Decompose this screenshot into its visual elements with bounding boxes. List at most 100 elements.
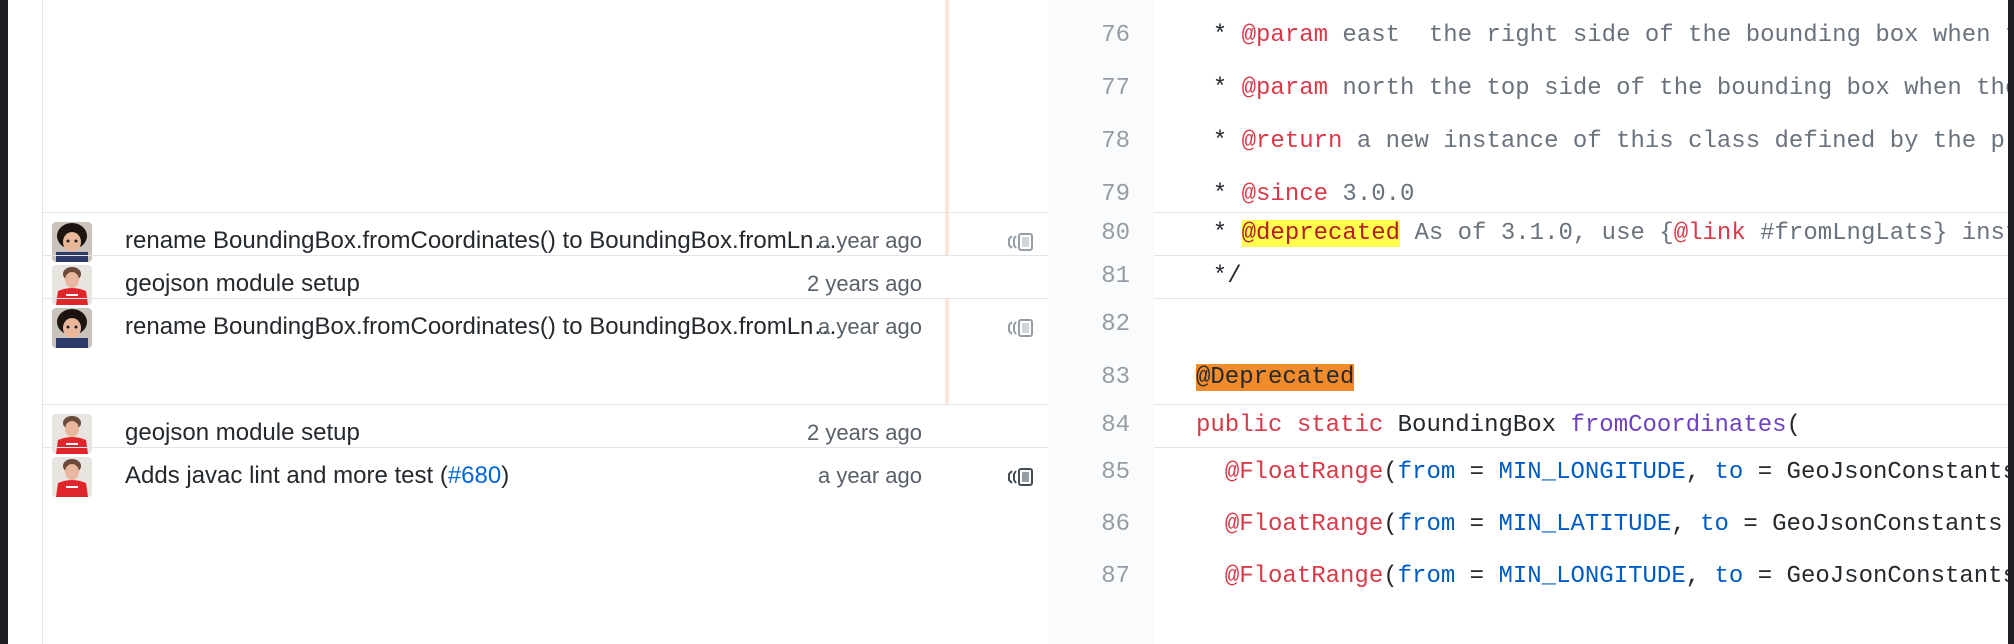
code-line: 76 * @param east the right side of the b… xyxy=(948,9,2008,62)
line-content: * @param east the right side of the boun… xyxy=(1184,9,2009,62)
code-line: 80 * @deprecated As of 3.1.0, use {@link… xyxy=(948,212,2008,255)
code-token: * xyxy=(1184,22,1242,49)
code-token: * xyxy=(1184,181,1242,208)
commit-age: 2 years ago xyxy=(807,420,922,445)
line-number[interactable]: 80 xyxy=(1049,212,1130,255)
code-line: 77 * @param north the top side of the bo… xyxy=(948,62,2008,115)
code-token: * xyxy=(1184,128,1242,155)
commit-message-text[interactable]: ) xyxy=(501,462,509,489)
code-token: @param xyxy=(1241,22,1329,49)
code-token: east the right side of the bounding box … xyxy=(1328,22,2009,49)
line-content: @FloatRange(from = MIN_LONGITUDE, to = G… xyxy=(1196,551,2008,603)
search-highlight: @deprecated xyxy=(1241,220,1401,247)
commit-message-text[interactable]: Adds javac lint and more test ( xyxy=(125,462,448,489)
commit-message[interactable]: rename BoundingBox.fromCoordinates() to … xyxy=(125,225,845,257)
line-number[interactable]: 86 xyxy=(1049,499,1130,551)
code-token: #fromLngLats} instea xyxy=(1760,220,2008,247)
code-token: = xyxy=(1455,459,1499,486)
code-token: = GeoJsonConstants xyxy=(1743,459,2009,486)
commit-message[interactable]: geojson module setup xyxy=(125,268,845,300)
code-line: 85 @FloatRange(from = MIN_LONGITUDE, to … xyxy=(948,447,2008,499)
commit-age: a year ago xyxy=(818,463,922,488)
line-content: * @return a new instance of this class d… xyxy=(1184,115,2009,168)
line-content: @FloatRange(from = MIN_LONGITUDE, to = G… xyxy=(1196,447,2009,499)
code-token: MIN_LONGITUDE xyxy=(1498,459,1686,486)
code-token: , xyxy=(1685,563,1715,590)
line-content: */ xyxy=(1184,255,1242,298)
window-edge-left xyxy=(0,0,8,644)
line-number[interactable]: 85 xyxy=(1049,447,1130,499)
hunk-meta: Adds javac lint and more test (#680) a y… xyxy=(43,448,1033,644)
search-highlight-current: @Deprecated xyxy=(1196,364,1355,391)
commit-age: a year ago xyxy=(818,314,922,339)
code-token: = xyxy=(1455,511,1499,538)
line-number[interactable]: 87 xyxy=(1049,551,1130,603)
line-number[interactable]: 83 xyxy=(1049,351,1130,404)
line-content: public static BoundingBox fromCoordinate… xyxy=(1196,404,1801,447)
hunk-meta: geojson module setup 2 years ago xyxy=(43,256,948,305)
commit-age: a year ago xyxy=(818,228,922,253)
code-token: */ xyxy=(1184,263,1242,290)
code-token: static xyxy=(1296,412,1384,439)
commit-age: 2 years ago xyxy=(807,271,922,296)
code-token: , xyxy=(1671,511,1701,538)
code-token: to xyxy=(1714,459,1744,486)
line-number[interactable]: 77 xyxy=(1049,62,1130,115)
code-line: 82 xyxy=(948,298,2008,351)
code-line: 83 @Deprecated xyxy=(948,351,2008,404)
code-token: from xyxy=(1397,511,1456,538)
code-token: ( xyxy=(1383,459,1398,486)
code-token: @FloatRange xyxy=(1224,459,1384,486)
avatar-dark-hair[interactable] xyxy=(52,308,92,348)
line-content: * @deprecated As of 3.1.0, use {@link #f… xyxy=(1184,212,2008,255)
code-token: a new instance of this class defined by … xyxy=(1342,128,2009,155)
pull-request-link[interactable]: #680 xyxy=(448,462,501,489)
code-token: north the top side of the bounding box w… xyxy=(1328,75,2009,102)
line-number[interactable]: 81 xyxy=(1049,255,1130,298)
code-token: * xyxy=(1184,220,1242,247)
code-token: from xyxy=(1397,563,1456,590)
line-number[interactable]: 84 xyxy=(1049,404,1130,447)
line-content: * @param north the top side of the bound… xyxy=(1184,62,2009,115)
code-token: @FloatRange xyxy=(1224,511,1384,538)
code-token: * xyxy=(1184,75,1242,102)
window-edge-right xyxy=(2008,0,2014,644)
code-token: As of 3.1.0, use { xyxy=(1400,220,1674,247)
blame-view: rename BoundingBox.fromCoordinates() to … xyxy=(42,0,2009,644)
commit-message[interactable]: Adds javac lint and more test (#680) xyxy=(125,460,845,492)
code-token: @since xyxy=(1241,181,1329,208)
line-content: @Deprecated xyxy=(1196,351,1355,404)
code-token: ( xyxy=(1383,563,1398,590)
code-token: to xyxy=(1700,511,1729,538)
commit-message[interactable]: rename BoundingBox.fromCoordinates() to … xyxy=(125,311,845,343)
code-token: @FloatRange xyxy=(1224,563,1384,590)
code-line: 84 public static BoundingBox fromCoordin… xyxy=(948,404,2008,447)
code-line: 87 @FloatRange(from = MIN_LONGITUDE, to … xyxy=(948,551,2008,603)
hunk-meta: rename BoundingBox.fromCoordinates() to … xyxy=(43,299,1033,405)
code-token: @link xyxy=(1673,220,1746,247)
code-token: @param xyxy=(1241,75,1329,102)
code-token: ( xyxy=(1383,511,1398,538)
hunk-meta: rename BoundingBox.fromCoordinates() to … xyxy=(43,213,1033,262)
line-number[interactable]: 78 xyxy=(1049,115,1130,168)
commit-message[interactable]: geojson module setup xyxy=(125,417,845,449)
code-area: 76 * @param east the right side of the b… xyxy=(948,0,2008,644)
line-content: @FloatRange(from = MIN_LATITUDE, to = Ge… xyxy=(1196,499,2008,551)
code-token: = xyxy=(1455,563,1499,590)
line-number[interactable]: 76 xyxy=(1049,9,1130,62)
hunk-meta: geojson module setup 2 years ago xyxy=(43,405,948,454)
code-token: ( xyxy=(1786,412,1801,439)
code-token: public xyxy=(1196,412,1283,439)
line-number[interactable]: 82 xyxy=(1049,298,1130,351)
avatar-red-shirt[interactable] xyxy=(52,457,92,497)
code-token: , xyxy=(1685,459,1715,486)
code-line: 78 * @return a new instance of this clas… xyxy=(948,115,2008,168)
code-line: 81 */ xyxy=(948,255,2008,298)
code-token: MIN_LATITUDE xyxy=(1498,511,1672,538)
code-token: from xyxy=(1397,459,1456,486)
code-token: @return xyxy=(1241,128,1343,155)
